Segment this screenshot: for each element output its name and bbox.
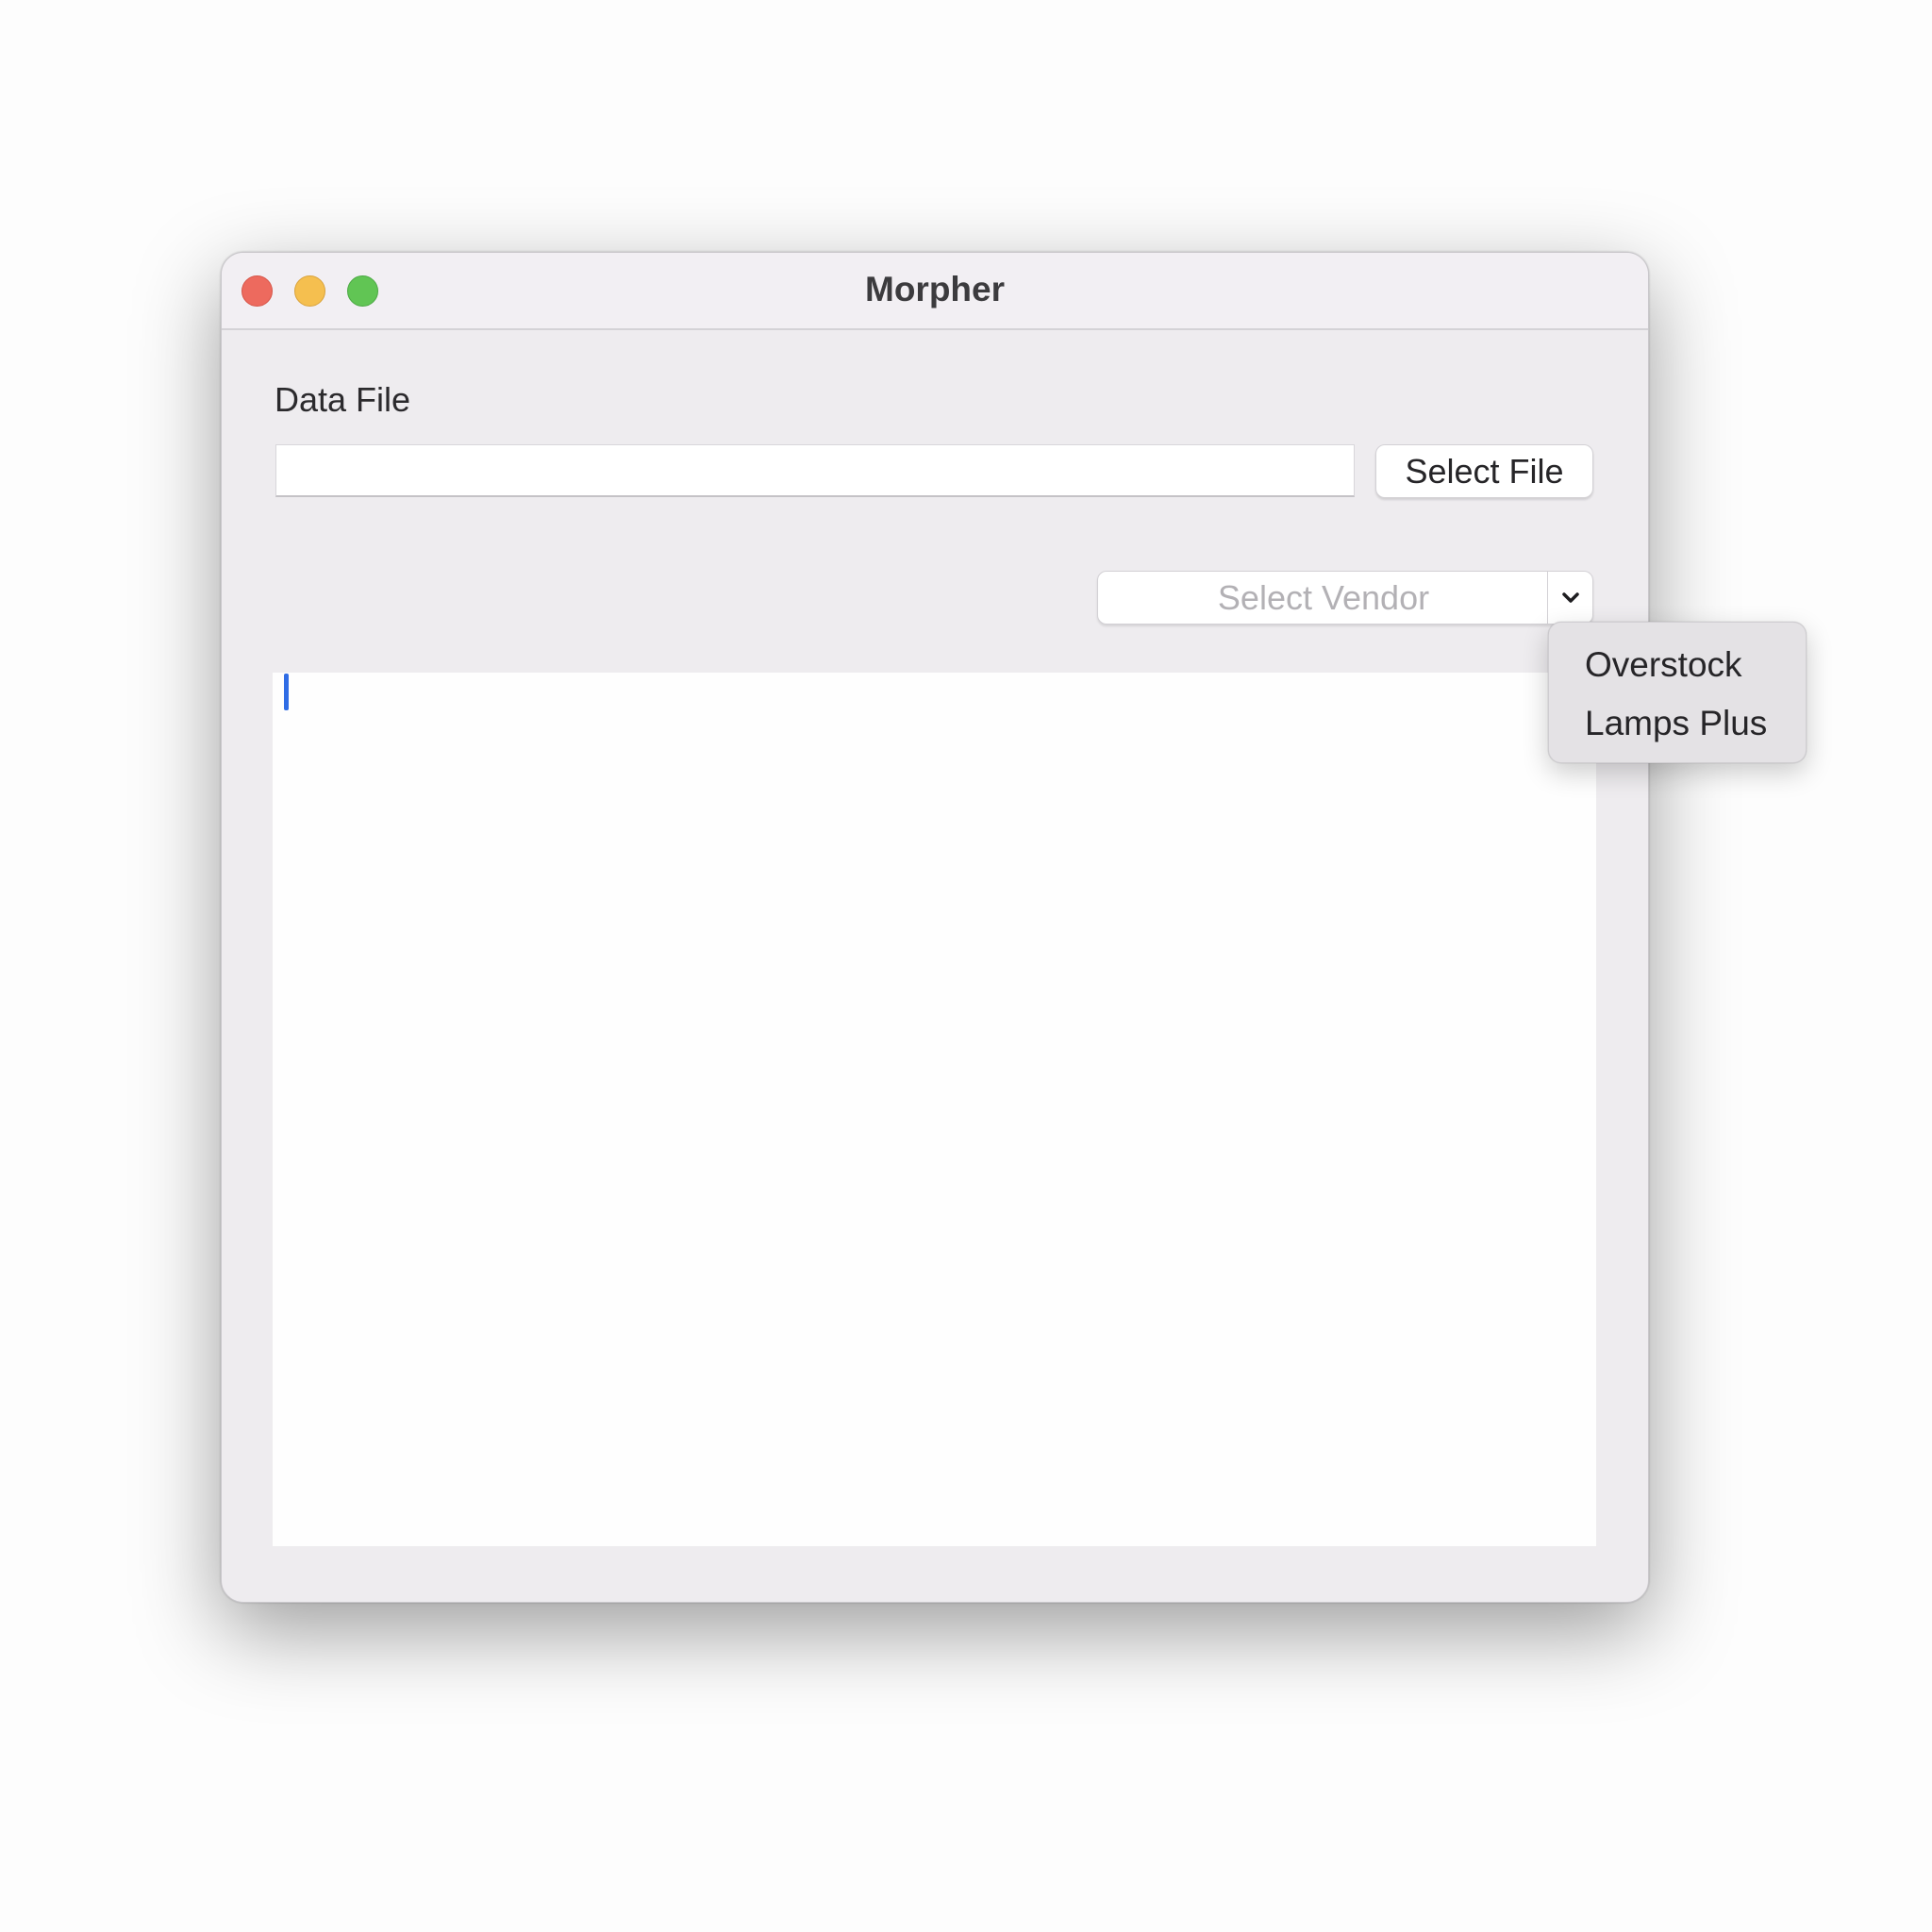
data-file-path-input[interactable] [275, 444, 1355, 497]
window-title: Morpher [865, 270, 1005, 308]
chevron-down-icon [1561, 591, 1579, 603]
vendor-dropdown-menu: Overstock Lamps Plus [1548, 622, 1807, 763]
vendor-option-overstock[interactable]: Overstock [1549, 636, 1806, 694]
output-text-area[interactable] [273, 673, 1596, 1546]
title-bar[interactable]: Morpher [222, 253, 1648, 330]
text-cursor [284, 674, 289, 710]
vendor-option-lamps-plus[interactable]: Lamps Plus [1549, 694, 1806, 753]
app-window: Morpher Data File Select File Select Ven… [221, 252, 1649, 1603]
vendor-combobox-field[interactable]: Select Vendor [1098, 572, 1549, 624]
data-file-label: Data File [275, 380, 411, 419]
vendor-dropdown-button[interactable] [1547, 572, 1592, 624]
select-file-button[interactable]: Select File [1375, 444, 1593, 498]
vendor-combobox[interactable]: Select Vendor [1097, 571, 1593, 625]
